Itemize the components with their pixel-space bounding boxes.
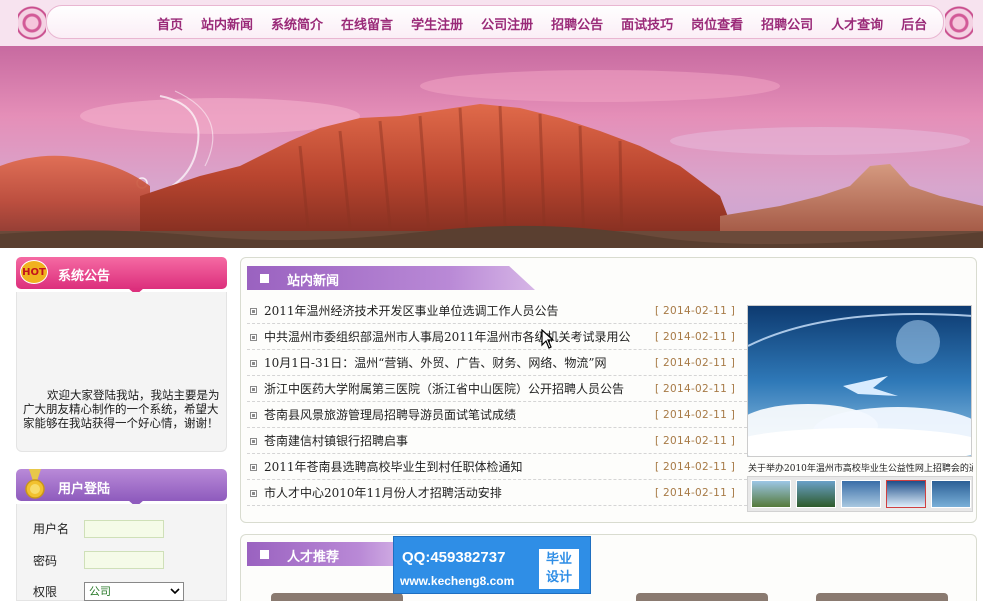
square-bullet-icon: [250, 438, 257, 445]
watermark-url: www.kecheng8.com: [400, 574, 515, 588]
talent-panel-header: 人才推荐: [247, 542, 407, 566]
talent-photo[interactable]: [271, 593, 403, 601]
news-item-link[interactable]: 苍南县风景旅游管理局招聘导游员面试笔试成绩: [264, 402, 636, 428]
square-bullet-icon: [260, 274, 269, 283]
watermark-badge-line2: 设计: [545, 570, 572, 585]
hot-badge-icon: HOT: [20, 260, 48, 284]
username-input[interactable]: [84, 520, 164, 538]
nav-item-talent-search[interactable]: 人才查询: [831, 14, 883, 33]
news-item-link[interactable]: 中共温州市委组织部温州市人事局2011年温州市各级机关考试录用公: [264, 324, 636, 350]
news-panel-header: 站内新闻: [247, 266, 535, 290]
square-bullet-icon: [250, 334, 257, 341]
login-form: 用户名 密码 权限 公司: [16, 504, 227, 601]
role-select[interactable]: 公司: [84, 582, 184, 601]
news-item: 苍南县风景旅游管理局招聘导游员面试笔试成绩 [ 2014-02-11 ]: [247, 402, 747, 428]
notice-text: 欢迎大家登陆我站，我站主要是为广大朋友精心制作的一个系统，希望大家能够在我站获得…: [23, 388, 220, 430]
square-bullet-icon: [250, 360, 257, 367]
watermark-badge: 毕业 设计: [539, 549, 579, 589]
news-panel: 站内新闻 2011年温州经济技术开发区事业单位选调工作人员公告 [ 2014-0…: [240, 257, 977, 523]
nav-item-interview-tips[interactable]: 面试技巧: [621, 14, 673, 33]
square-bullet-icon: [250, 464, 257, 471]
nav-item-system-intro[interactable]: 系统简介: [271, 14, 323, 33]
news-item-link[interactable]: 2011年苍南县选聘高校毕业生到村任职体检通知: [264, 454, 636, 480]
password-label: 密码: [33, 554, 58, 568]
news-list: 2011年温州经济技术开发区事业单位选调工作人员公告 [ 2014-02-11 …: [247, 298, 747, 506]
thumbnail-3[interactable]: [841, 480, 881, 508]
news-item: 2011年苍南县选聘高校毕业生到村任职体检通知 [ 2014-02-11 ]: [247, 454, 747, 480]
news-panel-title: 站内新闻: [287, 274, 340, 289]
chevron-down-icon: [170, 588, 180, 595]
login-header: 用户登陆: [16, 469, 227, 507]
news-item-link[interactable]: 2011年温州经济技术开发区事业单位选调工作人员公告: [264, 298, 636, 324]
watermark-overlay: QQ:459382737 www.kecheng8.com 毕业 设计: [393, 536, 591, 594]
news-item: 苍南建信村镇银行招聘启事 [ 2014-02-11 ]: [247, 428, 747, 454]
nav-list: 首页 站内新闻 系统简介 在线留言 学生注册 公司注册 招聘公告 面试技巧 岗位…: [157, 6, 945, 40]
news-item-link[interactable]: 苍南建信村镇银行招聘启事: [264, 428, 636, 454]
news-item-date: [ 2014-02-11 ]: [655, 461, 736, 473]
nav-item-student-register[interactable]: 学生注册: [411, 14, 463, 33]
role-label: 权限: [33, 585, 58, 599]
thumbnail-2[interactable]: [796, 480, 836, 508]
main-navigation: 首页 站内新闻 系统简介 在线留言 学生注册 公司注册 招聘公告 面试技巧 岗位…: [46, 5, 944, 39]
talent-photo[interactable]: [636, 593, 768, 601]
featured-news-image[interactable]: [747, 305, 972, 457]
news-item-link[interactable]: 10月1日-31日：温州“营销、外贸、广告、财务、网络、物流”网: [264, 350, 636, 376]
news-item-date: [ 2014-02-11 ]: [655, 331, 736, 343]
talent-panel-title: 人才推荐: [287, 550, 340, 565]
thumbnail-5[interactable]: [931, 480, 971, 508]
username-label: 用户名: [33, 522, 70, 536]
news-item-date: [ 2014-02-11 ]: [655, 487, 736, 499]
talent-panel: 人才推荐: [240, 534, 977, 601]
news-item-date: [ 2014-02-11 ]: [655, 305, 736, 317]
news-item-link[interactable]: 浙江中医药大学附属第三医院（浙江省中山医院）公开招聘人员公告: [264, 376, 636, 402]
square-bullet-icon: [250, 308, 257, 315]
news-item-link[interactable]: 市人才中心2010年11月份人才招聘活动安排: [264, 480, 636, 506]
square-bullet-icon: [250, 386, 257, 393]
mouse-cursor-icon: [541, 329, 555, 349]
news-item: 10月1日-31日：温州“营销、外贸、广告、财务、网络、物流”网 [ 2014-…: [247, 350, 747, 376]
featured-news-caption[interactable]: 关于举办2010年温州市高校毕业生公益性网上招聘会的通: [748, 461, 973, 474]
top-bar: 首页 站内新闻 系统简介 在线留言 学生注册 公司注册 招聘公告 面试技巧 岗位…: [0, 0, 983, 46]
notice-title: 系统公告: [58, 269, 111, 284]
banner-landscape-image: [0, 46, 983, 248]
thumbnail-4[interactable]: [886, 480, 926, 508]
role-selected-value: 公司: [89, 585, 111, 598]
nav-item-home[interactable]: 首页: [157, 14, 183, 33]
watermark-badge-line1: 毕业: [545, 552, 572, 567]
password-input[interactable]: [84, 551, 164, 569]
featured-image-graphic: [748, 306, 971, 456]
login-title: 用户登陆: [58, 482, 111, 497]
news-item: 中共温州市委组织部温州市人事局2011年温州市各级机关考试录用公 [ 2014-…: [247, 324, 747, 350]
notice-body: 欢迎大家登陆我站，我站主要是为广大朋友精心制作的一个系统，希望大家能够在我站获得…: [16, 292, 227, 452]
nav-item-hiring-companies[interactable]: 招聘公司: [761, 14, 813, 33]
thumbnail-1[interactable]: [751, 480, 791, 508]
square-bullet-icon: [260, 550, 269, 559]
talent-photo[interactable]: [816, 593, 948, 601]
nav-item-company-register[interactable]: 公司注册: [481, 14, 533, 33]
news-item: 2011年温州经济技术开发区事业单位选调工作人员公告 [ 2014-02-11 …: [247, 298, 747, 324]
watermark-qq: QQ:459382737: [402, 549, 506, 566]
gold-medal-icon: [25, 469, 45, 499]
news-item-date: [ 2014-02-11 ]: [655, 383, 736, 395]
notice-header: HOT 系统公告: [16, 257, 227, 295]
nav-item-admin[interactable]: 后台: [901, 14, 927, 33]
nav-item-online-message[interactable]: 在线留言: [341, 14, 393, 33]
ornament-right-icon: [945, 3, 973, 43]
square-bullet-icon: [250, 412, 257, 419]
news-item-date: [ 2014-02-11 ]: [655, 409, 736, 421]
nav-item-view-positions[interactable]: 岗位查看: [691, 14, 743, 33]
news-item: 浙江中医药大学附属第三医院（浙江省中山医院）公开招聘人员公告 [ 2014-02…: [247, 376, 747, 402]
nav-item-job-announcements[interactable]: 招聘公告: [551, 14, 603, 33]
square-bullet-icon: [250, 490, 257, 497]
thumbnail-strip: [747, 476, 973, 512]
header-banner: [0, 46, 983, 248]
news-item: 市人才中心2010年11月份人才招聘活动安排 [ 2014-02-11 ]: [247, 480, 747, 506]
news-item-date: [ 2014-02-11 ]: [655, 357, 736, 369]
news-item-date: [ 2014-02-11 ]: [655, 435, 736, 447]
ornament-left-icon: [18, 3, 46, 43]
nav-item-site-news[interactable]: 站内新闻: [201, 14, 253, 33]
